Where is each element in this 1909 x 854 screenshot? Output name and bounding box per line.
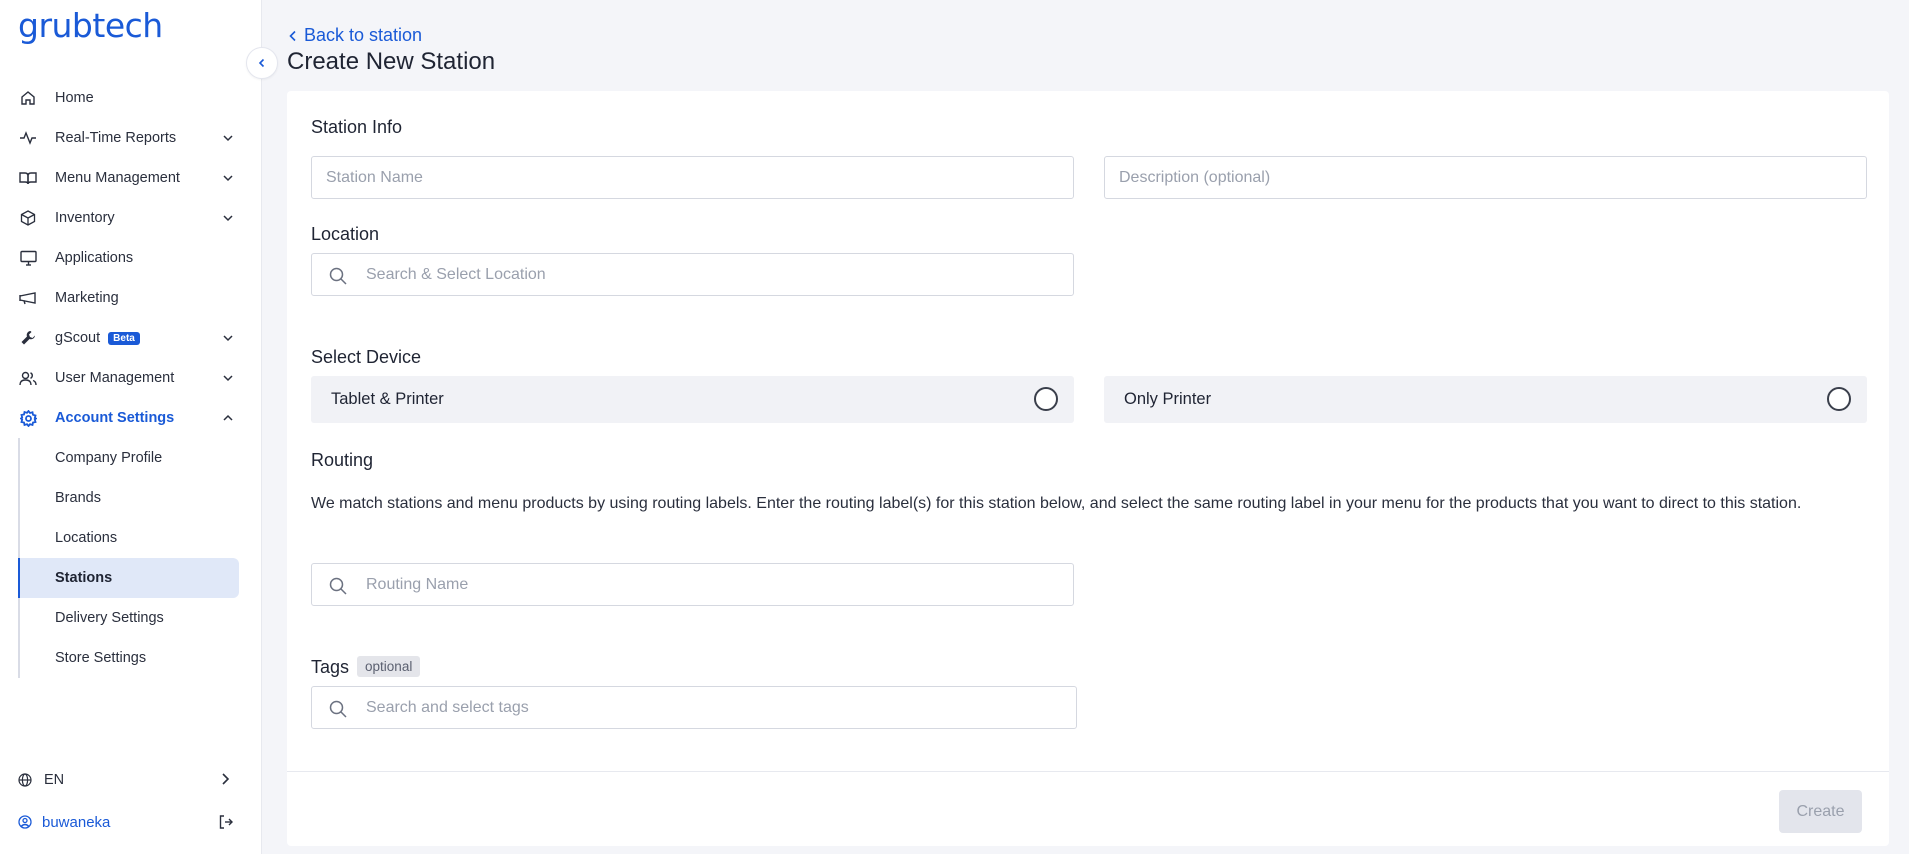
sidebar-subitem-company-profile[interactable]: Company Profile [18, 438, 262, 478]
tags-title: Tags [311, 657, 350, 677]
location-search-field[interactable] [311, 253, 1074, 296]
sidebar-item-menu-management[interactable]: Menu Management [0, 158, 262, 198]
subitem-label: Stations [55, 570, 113, 586]
search-icon [329, 267, 347, 285]
radio-only-printer[interactable] [1827, 387, 1851, 411]
sidebar-item-label: Real-Time Reports [55, 130, 177, 146]
user-circle-icon [18, 815, 32, 833]
chevron-down-icon [223, 135, 233, 142]
logout-icon[interactable] [218, 814, 234, 830]
user-profile[interactable]: buwaneka [0, 802, 262, 842]
routing-title: Routing [311, 450, 374, 470]
routing-description: We match stations and menu products by u… [311, 495, 1802, 512]
sidebar-item-label: gScout [55, 330, 101, 346]
chevron-left-icon [258, 58, 265, 68]
subitem-label: Store Settings [55, 650, 147, 666]
sidebar-item-account-settings[interactable]: Account Settings [0, 398, 262, 438]
sidebar-item-gscout[interactable]: gScout Beta [0, 318, 262, 358]
chevron-right-icon [222, 773, 230, 785]
chevron-left-icon [289, 30, 296, 41]
language-selector[interactable]: EN [0, 760, 262, 800]
subitem-label: Company Profile [55, 450, 163, 466]
back-label: Back to station [304, 25, 423, 45]
sidebar-subitem-brands[interactable]: Brands [18, 478, 262, 518]
station-name-field[interactable] [311, 156, 1074, 199]
chevron-down-icon [223, 215, 233, 222]
sidebar-item-label: Applications [55, 250, 134, 266]
search-icon [329, 700, 347, 718]
account-settings-submenu: Company Profile Brands Locations Station… [18, 438, 262, 678]
tags-search-field[interactable] [311, 686, 1077, 729]
megaphone-icon [19, 290, 37, 306]
collapse-sidebar-button[interactable] [246, 47, 278, 79]
book-icon [19, 170, 37, 186]
sidebar-subitem-store-settings[interactable]: Store Settings [18, 638, 262, 678]
tags-search-input[interactable] [366, 698, 1076, 717]
sidebar-item-label: Home [55, 90, 94, 106]
description-input[interactable] [1119, 168, 1866, 187]
sidebar-item-inventory[interactable]: Inventory [0, 198, 262, 238]
routing-name-input[interactable] [366, 575, 1073, 594]
users-icon [19, 370, 37, 386]
description-field[interactable] [1104, 156, 1867, 199]
station-name-input[interactable] [326, 168, 1073, 187]
routing-name-field[interactable] [311, 563, 1074, 606]
sidebar-subitem-locations[interactable]: Locations [18, 518, 262, 558]
sidebar-item-label: Menu Management [55, 170, 180, 186]
sidebar-subitem-delivery-settings[interactable]: Delivery Settings [18, 598, 262, 638]
back-to-station-link[interactable]: Back to station [288, 25, 422, 46]
optional-badge: optional [357, 656, 421, 677]
username: buwaneka [42, 813, 111, 831]
subitem-label: Delivery Settings [55, 610, 164, 626]
subitem-label: Locations [55, 530, 118, 546]
create-button[interactable]: Create [1779, 790, 1862, 833]
device-option-tablet-printer[interactable]: Tablet & Printer [311, 376, 1074, 423]
create-station-form: Station Info Location Select Device Tabl… [287, 91, 1889, 846]
select-device-title: Select Device [311, 347, 422, 367]
box-icon [19, 210, 37, 226]
device-option-label: Only Printer [1124, 390, 1212, 408]
chevron-down-icon [223, 175, 233, 182]
page-title: Create New Station [287, 48, 496, 75]
gear-icon [19, 409, 37, 427]
sidebar-item-label: Marketing [55, 290, 119, 306]
monitor-icon [19, 250, 37, 266]
station-info-title: Station Info [311, 117, 403, 137]
location-title: Location [311, 224, 380, 244]
sidebar-item-user-management[interactable]: User Management [0, 358, 262, 398]
sidebar-subitem-stations[interactable]: Stations [18, 558, 239, 598]
location-search-input[interactable] [366, 265, 1073, 284]
radio-tablet-printer[interactable] [1034, 387, 1058, 411]
chevron-down-icon [223, 375, 233, 382]
beta-badge: Beta [108, 331, 140, 345]
device-option-only-printer[interactable]: Only Printer [1104, 376, 1867, 423]
sidebar-nav: Home Real-Time Reports Menu Management I… [0, 78, 262, 678]
sidebar: grubtech Home Real-Time Reports Menu Man… [0, 0, 262, 854]
grubtech-logo[interactable]: grubtech [18, 6, 163, 45]
sidebar-item-label: Account Settings [55, 410, 175, 426]
sidebar-item-label: Inventory [55, 210, 115, 226]
sidebar-item-home[interactable]: Home [0, 78, 262, 118]
sidebar-item-marketing[interactable]: Marketing [0, 278, 262, 318]
sidebar-item-real-time-reports[interactable]: Real-Time Reports [0, 118, 262, 158]
wrench-icon [19, 330, 37, 346]
globe-icon [18, 773, 32, 791]
search-icon [329, 577, 347, 595]
tags-title-row: Tags optional [311, 656, 421, 678]
subitem-label: Brands [55, 490, 101, 506]
home-icon [19, 90, 37, 106]
sidebar-item-applications[interactable]: Applications [0, 238, 262, 278]
language-label: EN [44, 772, 65, 788]
device-option-label: Tablet & Printer [331, 390, 444, 408]
chevron-up-icon [223, 414, 233, 421]
footer-divider [287, 771, 1889, 772]
chevron-down-icon [223, 335, 233, 342]
sidebar-item-label: User Management [55, 370, 175, 386]
activity-icon [19, 130, 37, 146]
